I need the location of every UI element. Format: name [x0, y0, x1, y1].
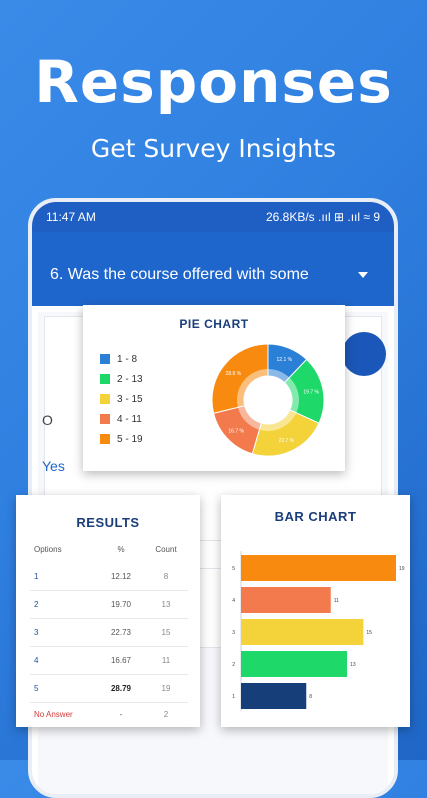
legend-swatch [100, 354, 110, 364]
bar-chart: 5 19 4 11 3 15 2 13 1 8 [232, 551, 405, 711]
pie-slice-label: 16.7 % [228, 428, 244, 434]
option-cell: 1 [34, 572, 39, 581]
pie-chart-card: PIE CHART 1 - 8 2 - 13 3 - 15 4 - 11 5 -… [83, 305, 345, 471]
legend-item: 3 - 15 [100, 389, 143, 409]
count-cell: 19 [161, 684, 171, 693]
legend-item: 5 - 19 [100, 429, 143, 449]
percent-cell: 28.79 [110, 684, 132, 693]
bar [241, 651, 348, 677]
bar-value-label: 19 [399, 566, 405, 572]
column-header-count: Count [155, 545, 177, 554]
chevron-down-icon[interactable] [358, 272, 368, 278]
legend-label: 1 - 8 [117, 353, 138, 365]
percent-cell: 22.73 [110, 628, 132, 637]
results-card: RESULTS Options % Count 1 12.12 8 2 19.7… [16, 495, 200, 727]
app-bar: 6. Was the course offered with some [32, 232, 394, 306]
legend-swatch [100, 374, 110, 384]
bar-value-label: 8 [309, 694, 312, 700]
status-bar: 11:47 AM 26.8KB/s .ııl ⊞ .ııl ≈ 9 [32, 202, 394, 232]
legend-swatch [100, 414, 110, 424]
legend-swatch [100, 434, 110, 444]
pie-slice-label: 12.1 % [277, 357, 293, 363]
donut-hole [244, 376, 292, 424]
hero-subtitle: Get Survey Insights [90, 134, 337, 163]
question-selector[interactable]: 6. Was the course offered with some [50, 266, 309, 284]
count-cell: 2 [163, 710, 169, 719]
table-row: No Answer - 2 [16, 701, 200, 729]
bar-category-label: 2 [232, 662, 235, 668]
legend-label: 2 - 13 [117, 373, 143, 385]
background-label-o: O [42, 412, 53, 428]
option-cell: 3 [34, 628, 39, 637]
legend-label: 5 - 19 [117, 433, 143, 445]
status-indicators: 26.8KB/s .ııl ⊞ .ııl ≈ 9 [265, 210, 380, 224]
option-cell: 4 [34, 656, 39, 665]
table-row: 1 12.12 8 [16, 563, 200, 591]
bar-value-label: 11 [334, 598, 339, 604]
percent-cell: 19.70 [110, 600, 132, 609]
bar-value-label: 13 [350, 662, 356, 668]
option-cell: 5 [34, 684, 39, 693]
legend-item: 4 - 11 [100, 409, 143, 429]
pie-legend: 1 - 8 2 - 13 3 - 15 4 - 11 5 - 19 [100, 349, 143, 449]
bar [241, 683, 307, 709]
bar-category-label: 1 [232, 694, 235, 700]
table-row: 2 19.70 13 [16, 591, 200, 619]
pie-slice-label: 19.7 % [303, 390, 319, 396]
background-label-yes: Yes [42, 458, 65, 474]
pie-chart-title: PIE CHART [179, 317, 249, 331]
bar [241, 555, 396, 581]
option-cell: 2 [34, 600, 39, 609]
hero-title: Responses [34, 48, 393, 116]
percent-cell: 16.67 [110, 656, 132, 665]
legend-label: 4 - 11 [117, 413, 142, 425]
legend-label: 3 - 15 [117, 393, 143, 405]
table-row: 3 22.73 15 [16, 619, 200, 647]
percent-cell: 12.12 [110, 572, 132, 581]
table-row: 4 16.67 11 [16, 647, 200, 675]
bar [241, 619, 364, 645]
legend-item: 2 - 13 [100, 369, 143, 389]
count-cell: 15 [161, 628, 171, 637]
bar-chart-title: BAR CHART [274, 509, 357, 524]
column-header-options: Options [34, 545, 62, 554]
bar-category-label: 4 [232, 598, 235, 604]
bar-value-label: 15 [366, 630, 372, 636]
bar [241, 587, 331, 613]
pie-slice-label: 22.7 % [279, 438, 295, 444]
count-cell: 8 [163, 572, 169, 581]
bar-category-label: 3 [232, 630, 235, 636]
option-cell: No Answer [34, 710, 73, 719]
status-time: 11:47 AM [46, 210, 96, 224]
count-cell: 11 [161, 656, 171, 665]
bar-category-label: 5 [232, 566, 235, 572]
legend-item: 1 - 8 [100, 349, 143, 369]
legend-swatch [100, 394, 110, 404]
results-title: RESULTS [76, 515, 140, 530]
chart-toggle-button[interactable] [342, 332, 386, 376]
bar-chart-card: BAR CHART 5 19 4 11 3 15 2 13 1 8 [221, 495, 410, 727]
table-row: 5 28.79 19 [16, 675, 200, 703]
pie-slice-label: 28.8 % [226, 371, 242, 377]
percent-cell: - [119, 710, 123, 719]
count-cell: 13 [161, 600, 171, 609]
column-header-percent: % [117, 545, 125, 554]
donut-chart: 12.1 % 19.7 % 22.7 % 16.7 % 28.8 % [211, 343, 325, 457]
